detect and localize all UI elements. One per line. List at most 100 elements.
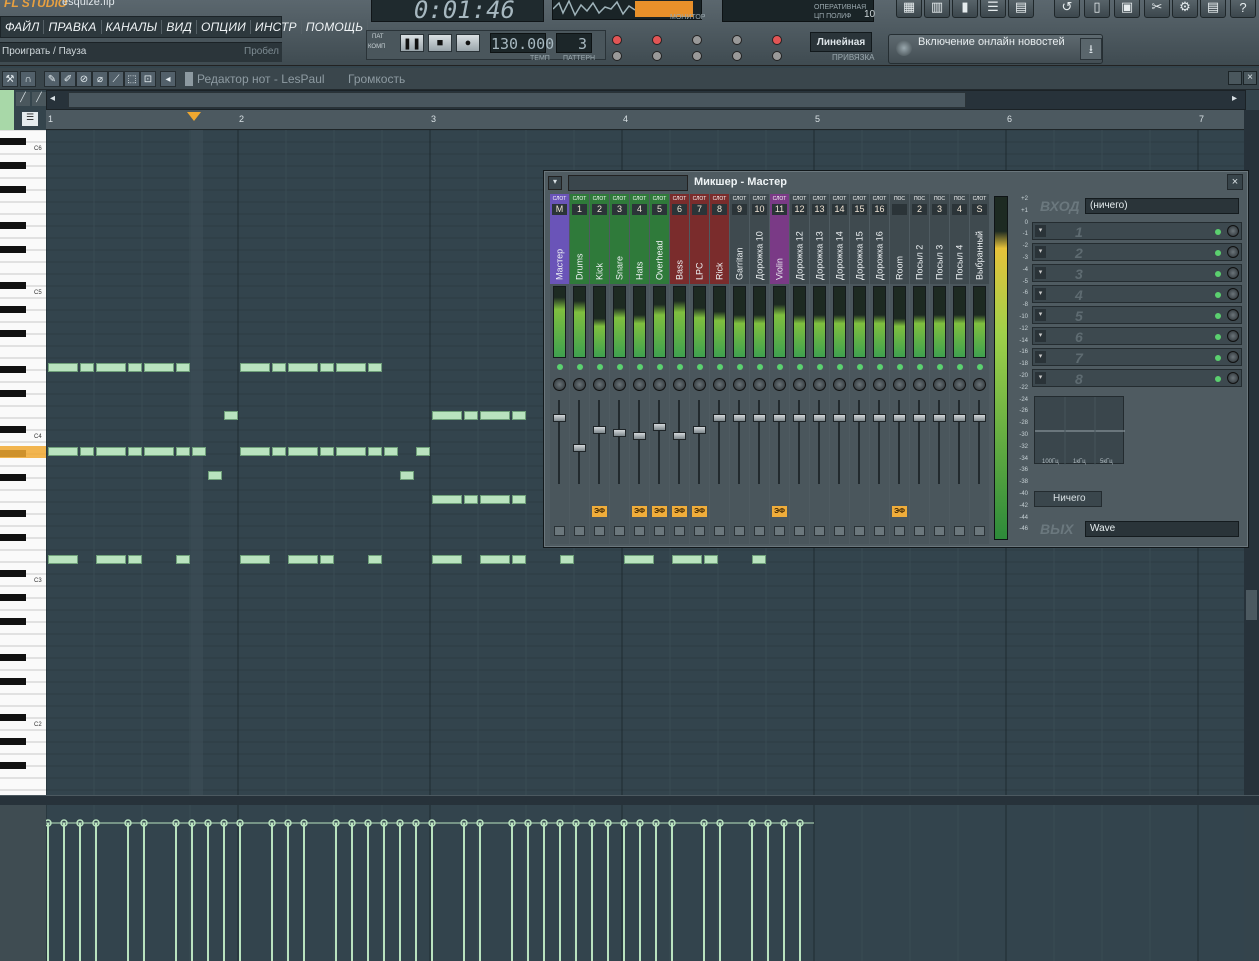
pencil-icon[interactable]: ✎	[44, 71, 60, 87]
volume-fader[interactable]	[973, 414, 986, 422]
step-toggle[interactable]	[692, 35, 702, 45]
disk-icon[interactable]	[674, 526, 685, 536]
piano-roll-button[interactable]: ▮	[952, 0, 978, 18]
maximize-icon[interactable]	[1228, 71, 1242, 85]
mixer-channel[interactable]: СЛОТ M Мастер	[550, 194, 569, 544]
pan-knob[interactable]	[853, 378, 866, 391]
disk-icon[interactable]	[974, 526, 985, 536]
disk-icon[interactable]	[734, 526, 745, 536]
scroll-right-icon[interactable]: ▸	[1232, 93, 1237, 104]
fx-badge[interactable]: ЭФ	[652, 506, 667, 517]
arrow-down-icon[interactable]: ▾	[1035, 330, 1046, 342]
mixer-channel[interactable]: СЛОТ 3 Snare	[610, 194, 629, 544]
arrow-down-icon[interactable]: ▾	[1035, 225, 1046, 237]
mixer-channel[interactable]: ПОС 2 Посыл 2	[910, 194, 929, 544]
volume-fader[interactable]	[713, 414, 726, 422]
menu-item-6[interactable]: ПОМОЩЬ	[302, 20, 369, 34]
note[interactable]	[624, 555, 654, 564]
note[interactable]	[96, 363, 126, 372]
note[interactable]	[192, 447, 206, 456]
note[interactable]	[704, 555, 718, 564]
note[interactable]	[752, 555, 766, 564]
note[interactable]	[480, 555, 510, 564]
pattern-display[interactable]: 3	[556, 33, 592, 53]
song-time-display[interactable]: 0:01:46	[371, 0, 544, 24]
disk-icon[interactable]	[874, 526, 885, 536]
pan-knob[interactable]	[953, 378, 966, 391]
volume-fader[interactable]	[553, 414, 566, 422]
volume-fader[interactable]	[753, 414, 766, 422]
record-button[interactable]: ●	[456, 34, 480, 52]
channel-active-led[interactable]	[617, 364, 623, 370]
slot-led[interactable]	[1215, 250, 1221, 256]
note[interactable]	[288, 363, 318, 372]
disk-icon[interactable]	[814, 526, 825, 536]
note[interactable]	[176, 363, 190, 372]
magnet-icon[interactable]: ∩	[20, 71, 36, 87]
slice-icon[interactable]: ⟋	[108, 71, 124, 87]
pan-knob[interactable]	[573, 378, 586, 391]
note[interactable]	[560, 555, 574, 564]
fx-slot[interactable]: ▾ 8	[1032, 369, 1242, 387]
note[interactable]	[240, 555, 270, 564]
wait-toggle[interactable]	[612, 51, 622, 61]
mixer-channel[interactable]: ПОС Room ЭФ	[890, 194, 909, 544]
menu-item-2[interactable]: КАНАЛЫ	[102, 20, 163, 34]
slot-led[interactable]	[1215, 313, 1221, 319]
channel-active-led[interactable]	[657, 364, 663, 370]
slot-led[interactable]	[1215, 334, 1221, 340]
note[interactable]	[512, 495, 526, 504]
channel-active-led[interactable]	[897, 364, 903, 370]
disk-icon[interactable]	[574, 526, 585, 536]
note[interactable]	[480, 411, 510, 420]
note[interactable]	[368, 447, 382, 456]
volume-fader[interactable]	[873, 414, 886, 422]
piano-roll-param[interactable]: Громкость	[348, 72, 405, 86]
playhead-marker[interactable]	[187, 112, 201, 121]
note[interactable]	[240, 363, 270, 372]
velocity-lane[interactable]	[46, 805, 1244, 961]
disk-icon[interactable]	[694, 526, 705, 536]
slot-mix-knob[interactable]	[1227, 309, 1239, 321]
note[interactable]	[672, 555, 702, 564]
slot-led[interactable]	[1215, 292, 1221, 298]
note[interactable]	[320, 363, 334, 372]
note[interactable]	[512, 411, 526, 420]
note[interactable]	[144, 447, 174, 456]
disk-icon[interactable]	[954, 526, 965, 536]
fx-slot[interactable]: ▾ 3	[1032, 264, 1242, 282]
mixer-channel[interactable]: СЛОТ 13 Дорожка 13	[810, 194, 829, 544]
pan-knob[interactable]	[913, 378, 926, 391]
volume-fader[interactable]	[693, 426, 706, 434]
record-toggle[interactable]	[612, 35, 622, 45]
mixer-drag-handle[interactable]	[568, 175, 688, 191]
pan-knob[interactable]	[653, 378, 666, 391]
countdown-toggle[interactable]	[652, 35, 662, 45]
multilink-toggle[interactable]	[732, 51, 742, 61]
disk-icon[interactable]	[634, 526, 645, 536]
volume-fader[interactable]	[733, 414, 746, 422]
pan-knob[interactable]	[813, 378, 826, 391]
mixer-channel[interactable]: СЛОТ S Выбранный	[970, 194, 989, 544]
mixer-channel[interactable]: СЛОТ 1 Drums	[570, 194, 589, 544]
note[interactable]	[224, 411, 238, 420]
arrow-down-icon[interactable]: ▾	[1035, 372, 1046, 384]
volume-fader[interactable]	[833, 414, 846, 422]
draw-icon[interactable]: ╱	[16, 92, 30, 106]
disk-icon[interactable]	[714, 526, 725, 536]
channel-active-led[interactable]	[777, 364, 783, 370]
note[interactable]	[48, 555, 78, 564]
pan-knob[interactable]	[833, 378, 846, 391]
note[interactable]	[80, 363, 94, 372]
pan-knob[interactable]	[793, 378, 806, 391]
volume-fader[interactable]	[793, 414, 806, 422]
note[interactable]	[368, 363, 382, 372]
undo-button[interactable]: ↺	[1054, 0, 1080, 18]
note[interactable]	[128, 447, 142, 456]
cut-button[interactable]: ✂	[1144, 0, 1170, 18]
stop-button[interactable]: ■	[428, 34, 452, 52]
arrow-down-icon[interactable]: ▾	[1035, 288, 1046, 300]
pan-knob[interactable]	[733, 378, 746, 391]
arrow-down-icon[interactable]: ▾	[1035, 267, 1046, 279]
scroll-left-icon[interactable]: ◂	[50, 93, 55, 104]
